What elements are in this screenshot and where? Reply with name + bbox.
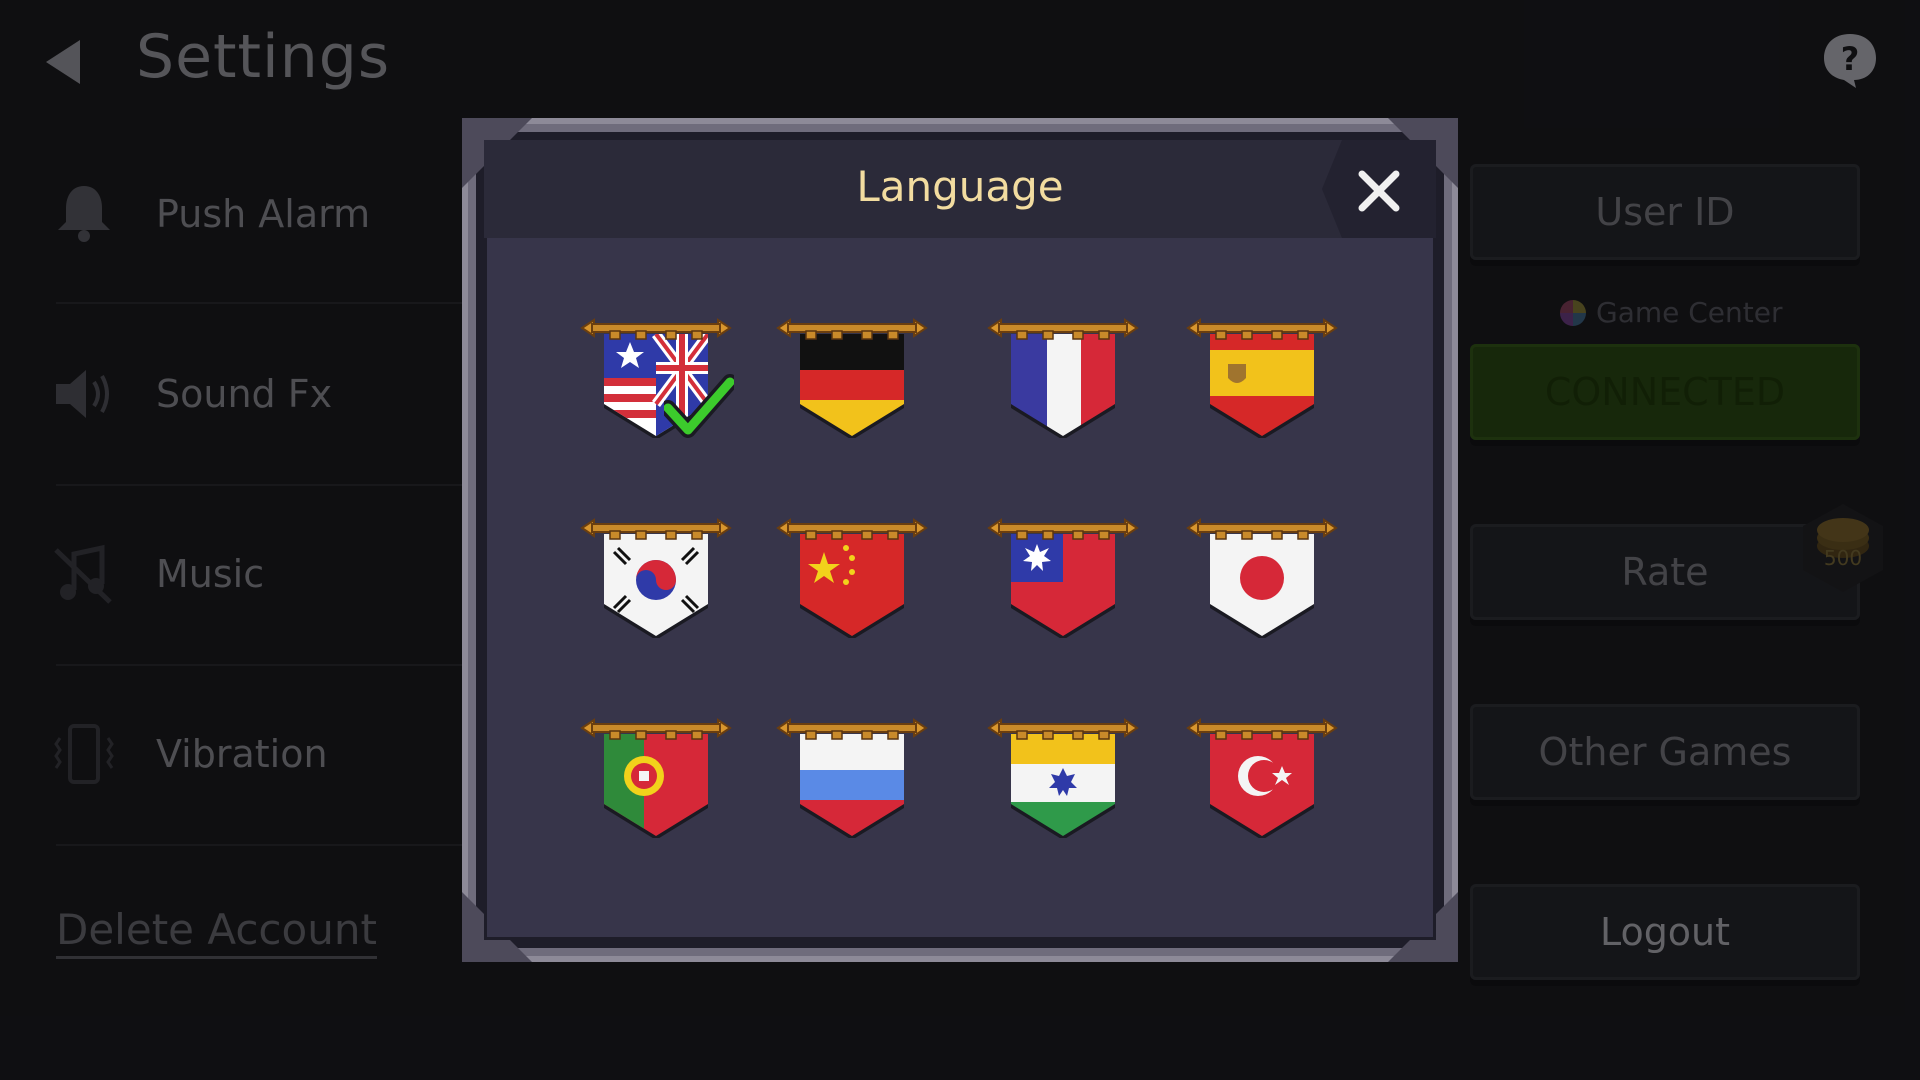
russia-flag-icon [776,718,928,838]
language-flag-germany[interactable] [776,318,928,438]
language-flag-south-korea[interactable] [580,518,732,638]
china-flag-icon [776,518,928,638]
language-flag-france[interactable] [987,318,1139,438]
india-flag-icon [987,718,1139,838]
language-flag-russia[interactable] [776,718,928,838]
language-flag-spain[interactable] [1186,318,1338,438]
modal-title: Language [856,162,1064,211]
language-flag-taiwan[interactable] [987,518,1139,638]
selected-check-icon [664,374,734,438]
spain-flag-icon [1186,318,1338,438]
japan-flag-icon [1186,518,1338,638]
france-flag-icon [987,318,1139,438]
taiwan-flag-icon [987,518,1139,638]
language-flag-turkey[interactable] [1186,718,1338,838]
germany-flag-icon [776,318,928,438]
close-icon[interactable] [1350,162,1408,220]
language-flag-portugal[interactable] [580,718,732,838]
language-flag-japan[interactable] [1186,518,1338,638]
south-korea-flag-icon [580,518,732,638]
portugal-flag-icon [580,718,732,838]
turkey-flag-icon [1186,718,1338,838]
language-flag-india[interactable] [987,718,1139,838]
language-flag-china[interactable] [776,518,928,638]
